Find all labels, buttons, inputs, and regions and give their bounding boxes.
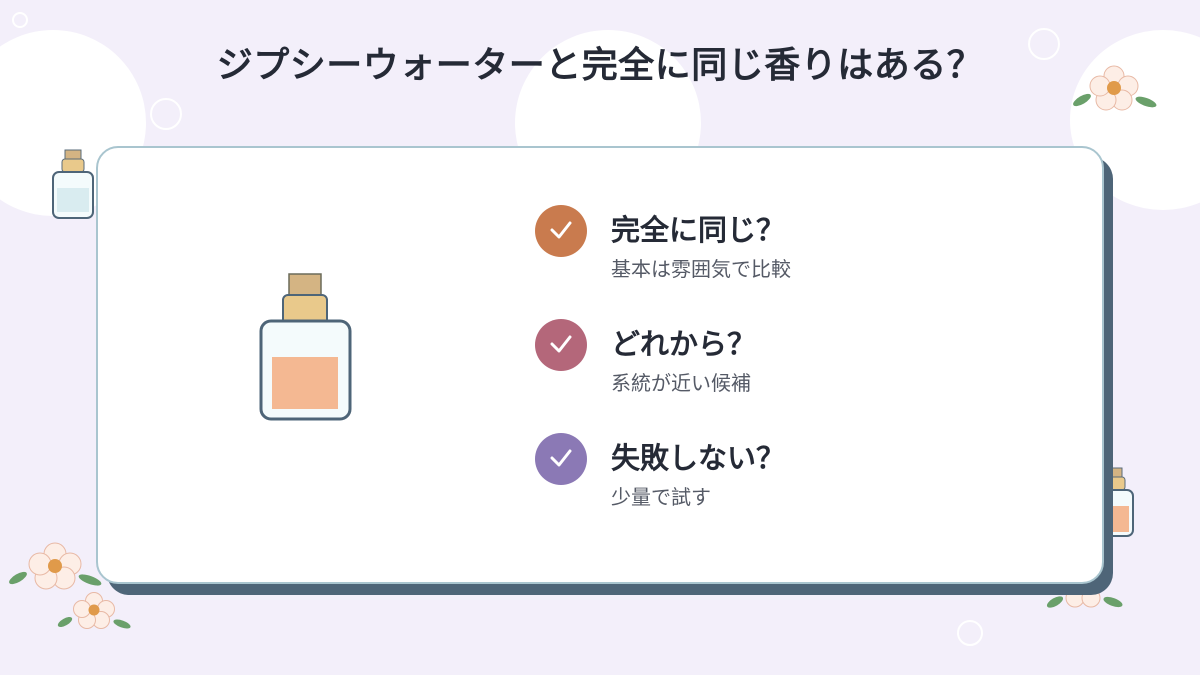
bubble-icon [12,12,28,28]
list-item: どれから？ 系統が近い候補 [535,319,1035,399]
list-item: 完全に同じ？ 基本は雰囲気で比較 [535,205,1035,285]
flower-icon [9,542,102,590]
item-title: どれから？ [611,327,757,361]
item-subtitle: 系統が近い候補 [611,371,751,395]
perfume-bottle-icon [259,273,352,421]
perfume-bottle-icon [52,149,94,219]
item-title: 完全に同じ？ [611,213,786,247]
check-badge [535,205,587,257]
page-title: ジプシーウォーターと完全に同じ香りはある？ [216,45,984,86]
check-icon [550,221,572,239]
list-item: 失敗しない？ 少量で試す [535,433,1035,513]
item-subtitle: 基本は雰囲気で比較 [611,257,791,281]
bubble-icon [957,620,983,646]
bubble-icon [150,98,182,130]
item-subtitle: 少量で試す [611,485,711,509]
check-icon [550,449,572,467]
item-title: 失敗しない？ [611,441,786,475]
check-badge [535,433,587,485]
check-icon [550,335,572,353]
flower-icon [57,592,131,629]
check-badge [535,319,587,371]
